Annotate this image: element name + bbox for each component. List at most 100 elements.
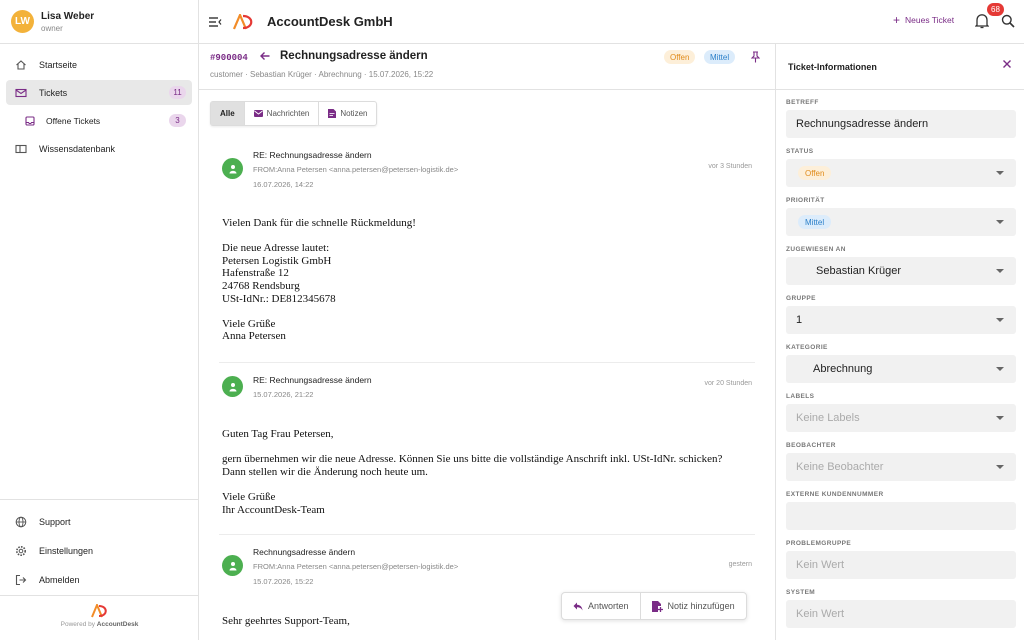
new-ticket-button[interactable]: + Neues Ticket [893, 14, 955, 26]
add-note-button[interactable]: Notiz hinzufügen [641, 593, 746, 619]
note-icon [328, 109, 337, 118]
system-input[interactable]: Kein Wert [786, 600, 1016, 628]
category-select[interactable]: Abrechnung [786, 355, 1016, 383]
tab-notes[interactable]: Notizen [319, 102, 376, 125]
chevron-down-icon [996, 171, 1004, 175]
watchers-label: BEOBACHTER [786, 442, 836, 449]
inbox-icon [24, 115, 36, 127]
message-filter-tabs: Alle Nachrichten Notizen [210, 101, 378, 126]
group-label: GRUPPE [786, 295, 816, 302]
labels-select[interactable]: Keine Labels [786, 404, 1016, 432]
labels-value: Keine Labels [796, 412, 860, 424]
tab-all-label: Alle [220, 109, 235, 118]
priority-chip: Mittel [798, 215, 832, 229]
ticket-title: Rechnungsadresse ändern [280, 50, 428, 62]
assignee-field: ZUGEWIESEN AN Sebastian Krüger [786, 246, 1016, 285]
system-label: SYSTEM [786, 589, 816, 596]
sidebar-item-support[interactable]: Support [6, 509, 193, 534]
sidebar-item-knowledge-base[interactable]: Wissensdatenbank [6, 136, 192, 161]
new-ticket-label: Neues Ticket [905, 15, 955, 25]
message-relative-time: gestern [728, 561, 752, 568]
powered-by: Powered by AccountDesk [0, 595, 199, 640]
pin-icon[interactable] [751, 51, 760, 63]
sidebar-item-tickets[interactable]: Tickets 11 [6, 80, 192, 105]
message-divider [219, 534, 755, 535]
tab-messages[interactable]: Nachrichten [245, 102, 320, 125]
ticket-info-panel: Ticket-Informationen BETREFF Rechnungsad… [775, 44, 1024, 640]
reply-icon [573, 602, 583, 611]
priority-field: PRIORITÄT Mittel [786, 197, 1016, 236]
menu-toggle-button[interactable] [207, 14, 223, 30]
panel-title: Ticket-Informationen [776, 44, 1024, 90]
sidebar-item-label: Startseite [39, 59, 78, 70]
search-icon[interactable] [1001, 14, 1015, 28]
labels-field: LABELS Keine Labels [786, 393, 1016, 432]
open-tickets-count-badge: 3 [169, 114, 186, 127]
logout-icon [15, 574, 27, 586]
sidebar-item-logout[interactable]: Abmelden [6, 567, 193, 592]
assignee-select[interactable]: Sebastian Krüger [786, 257, 1016, 285]
note-add-icon [651, 600, 663, 612]
message-body: Vielen Dank für die schnelle Rückmeldung… [222, 217, 416, 343]
gear-icon [15, 545, 27, 557]
sidebar-item-label: Wissensdatenbank [39, 143, 116, 154]
globe-icon [15, 516, 27, 528]
group-select[interactable]: 1 [786, 306, 1016, 334]
group-field: GRUPPE 1 [786, 295, 1016, 334]
top-bar: AccountDesk GmbH + Neues Ticket 68 [199, 0, 1024, 44]
status-select[interactable]: Offen [786, 159, 1016, 187]
sidebar-bottom-nav: Support Einstellungen Abmelden [0, 499, 199, 596]
problem-group-input[interactable]: Kein Wert [786, 551, 1016, 579]
sidebar-item-label: Einstellungen [39, 545, 94, 556]
category-value: Abrechnung [813, 363, 873, 375]
category-label: KATEGORIE [786, 344, 828, 351]
system-value: Kein Wert [796, 608, 845, 620]
tickets-count-badge: 11 [169, 86, 186, 99]
sender-avatar [222, 376, 243, 397]
chevron-down-icon [996, 465, 1004, 469]
user-role: owner [41, 23, 63, 33]
customer-number-input[interactable] [786, 502, 1016, 530]
chevron-down-icon [996, 416, 1004, 420]
home-icon [15, 59, 27, 71]
message-actions: Antworten Notiz hinzufügen [561, 592, 747, 620]
watchers-value: Keine Beobachter [796, 461, 884, 473]
sidebar-item-label: Tickets [39, 87, 68, 98]
subject-value: Rechnungsadresse ändern [796, 118, 929, 130]
problem-group-value: Kein Wert [796, 559, 845, 571]
message-date: 15.07.2026, 15:22 [253, 577, 314, 586]
tab-all[interactable]: Alle [211, 102, 245, 125]
arrow-left-icon[interactable] [259, 50, 271, 62]
ticket-header: #900004 Rechnungsadresse ändern customer… [199, 44, 775, 90]
person-icon [229, 382, 236, 391]
sidebar-item-home[interactable]: Startseite [6, 52, 192, 77]
menu-collapse-icon [209, 16, 222, 27]
sidebar: LW Lisa Weber owner Startseite Tickets 1… [0, 0, 199, 640]
user-name: Lisa Weber [41, 10, 95, 22]
sidebar-item-open-tickets[interactable]: Offene Tickets 3 [6, 108, 192, 133]
message-relative-time: vor 20 Stunden [704, 380, 752, 387]
message-subject: Rechnungsadresse ändern [253, 547, 356, 557]
bell-icon[interactable] [975, 13, 989, 29]
group-value: 1 [796, 314, 803, 326]
message-divider [219, 362, 755, 363]
reply-button[interactable]: Antworten [562, 593, 641, 619]
priority-badge: Mittel [704, 50, 736, 64]
avatar[interactable]: LW [11, 10, 34, 33]
ticket-id[interactable]: #900004 [210, 53, 248, 63]
message-subject: RE: Rechnungsadresse ändern [253, 375, 372, 385]
status-chip: Offen [798, 166, 832, 180]
priority-select[interactable]: Mittel [786, 208, 1016, 236]
subject-input[interactable]: Rechnungsadresse ändern [786, 110, 1016, 138]
user-profile[interactable]: LW Lisa Weber owner [0, 0, 198, 44]
chevron-down-icon [996, 269, 1004, 273]
watchers-field: BEOBACHTER Keine Beobachter [786, 442, 1016, 481]
close-icon[interactable] [1002, 59, 1012, 69]
watchers-select[interactable]: Keine Beobachter [786, 453, 1016, 481]
user-info: Lisa Weber owner [41, 11, 94, 33]
sidebar-item-settings[interactable]: Einstellungen [6, 538, 193, 563]
powered-by-brand: AccountDesk [96, 621, 139, 628]
mail-icon [253, 110, 263, 117]
message-date: 16.07.2026, 14:22 [253, 180, 314, 189]
message-subject: RE: Rechnungsadresse ändern [253, 150, 372, 160]
